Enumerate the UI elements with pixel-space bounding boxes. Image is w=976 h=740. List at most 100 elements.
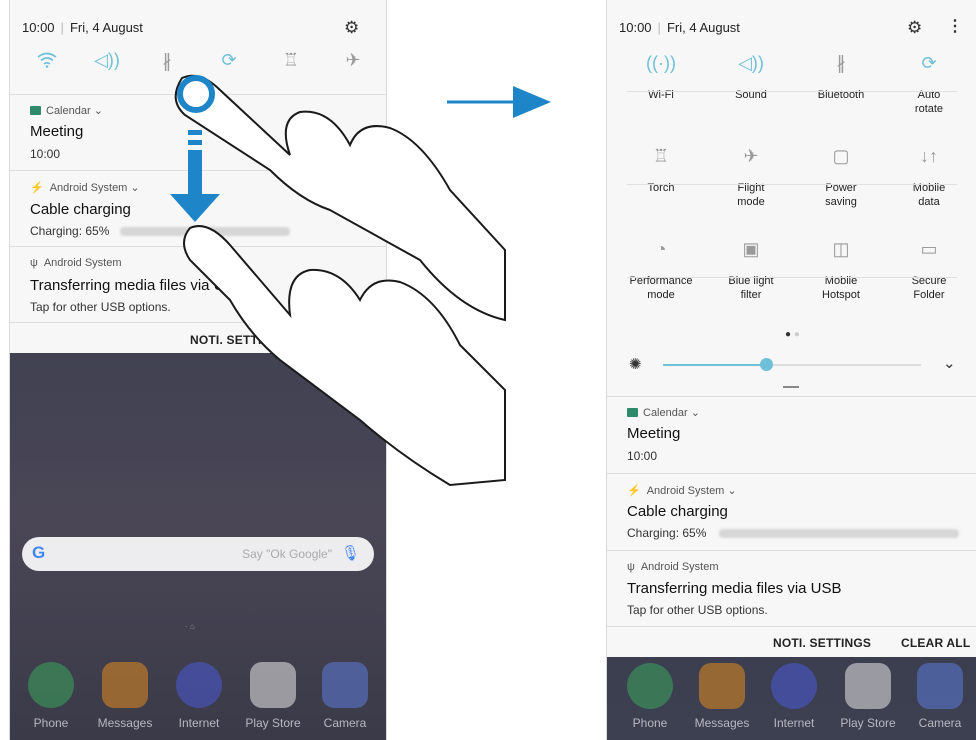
calendar-icon: [30, 106, 41, 115]
camera-app-icon[interactable]: [322, 662, 368, 708]
notification-app-line: ψ Android System: [30, 257, 122, 269]
tile-mobile-hotspot[interactable]: ◫ Mobile Hotspot: [806, 234, 876, 302]
performance-mode-icon: ◔: [655, 239, 667, 259]
tile-secure-folder[interactable]: ▭ Secure Folder: [894, 234, 964, 302]
notification-title: Meeting: [627, 425, 681, 442]
bluetooth-icon: ∦: [836, 53, 846, 73]
noti-settings-button[interactable]: NOTI. SETTINGS: [773, 636, 871, 650]
tile-label: Secure Folder: [911, 275, 947, 301]
settings-gear-icon[interactable]: ⚙: [907, 18, 922, 38]
tile-performance-mode[interactable]: ◔ Performance mode: [626, 234, 696, 302]
notification-calendar[interactable]: Calendar ⌄ Meeting 10:00: [607, 396, 976, 473]
notification-subtitle: Charging: 65%: [627, 526, 707, 540]
wifi-icon[interactable]: [32, 52, 62, 73]
brightness-slider[interactable]: [663, 358, 921, 371]
bolt-icon: ⚡: [627, 485, 641, 497]
flight-mode-icon: ✈: [743, 146, 759, 166]
notification-title: Cable charging: [627, 503, 728, 520]
tile-divider: [627, 91, 957, 92]
notification-subtitle: 10:00: [30, 147, 61, 161]
tile-bluetooth[interactable]: ∦ Bluetooth: [806, 48, 876, 102]
usb-icon: ψ: [627, 561, 635, 573]
home-page-indicator: · ⌂: [185, 622, 195, 631]
tile-auto-rotate[interactable]: ⟳ Auto rotate: [894, 48, 964, 116]
notification-subtitle: 10:00: [627, 449, 658, 463]
expanded-quick-panel: 10:00 | Fri, 4 August ⚙ ⋮ ((·)) Wi-Fi ◁)) Sou…: [607, 0, 976, 657]
notification-title: Cable charging: [30, 201, 131, 218]
torch-icon: ♖: [652, 146, 670, 166]
tile-blue-light-filter[interactable]: ▣ Blue light filter: [716, 234, 786, 302]
page-indicator-dots: ● ●: [785, 329, 800, 340]
status-bar: 10:00 | Fri, 4 August: [619, 20, 740, 35]
play-store-app-icon[interactable]: [845, 663, 891, 709]
notification-app-name: Android System ⌄: [49, 182, 140, 194]
notification-subtitle: Tap for other USB options.: [30, 300, 171, 314]
blurred-text: [719, 529, 959, 538]
expand-chevron-down-icon[interactable]: ⌄: [943, 354, 956, 372]
notification-app-line: Calendar ⌄: [30, 104, 103, 117]
notification-app-line: Calendar ⌄: [627, 406, 700, 419]
swipe-down-arrow: [170, 130, 220, 222]
mobile-hotspot-icon: ◫: [832, 239, 850, 259]
more-options-icon[interactable]: ⋮: [947, 16, 963, 36]
dock-label: Internet: [178, 716, 220, 730]
notification-charging[interactable]: ⚡ Android System ⌄ Cable charging Chargin…: [607, 473, 976, 550]
notification-title: Transferring media files via USB: [627, 580, 842, 597]
notification-app-line: ⚡ Android System ⌄: [627, 484, 737, 497]
usb-icon: ψ: [30, 257, 38, 269]
notification-usb[interactable]: ψ Android System Transferring media files…: [607, 550, 976, 627]
tile-label: Blue light filter: [728, 275, 774, 301]
dock-label: Phone: [33, 716, 69, 730]
google-search-bar[interactable]: G Say "Ok Google" 🎙: [22, 537, 374, 571]
messages-app-icon[interactable]: [699, 663, 745, 709]
swipe-down-gesture-illustration: [170, 74, 506, 487]
dock-label: Camera: [323, 716, 367, 730]
play-store-app-icon[interactable]: [250, 662, 296, 708]
notification-actions-bar: NOTI. SETTINGS CLEAR ALL: [607, 626, 976, 657]
dock-label: Play Store: [245, 716, 301, 730]
sound-icon[interactable]: ◁)): [92, 50, 122, 71]
phone-app-icon[interactable]: [627, 663, 673, 709]
clock: 10:00: [22, 20, 55, 35]
tile-label: Mobile Hotspot: [822, 275, 860, 301]
internet-app-icon[interactable]: [176, 662, 222, 708]
tile-sound[interactable]: ◁)) Sound: [716, 48, 786, 102]
tile-wifi[interactable]: ((·)) Wi-Fi: [626, 48, 696, 102]
notification-app-name: Android System: [640, 561, 719, 573]
notification-title: Meeting: [30, 123, 84, 140]
drag-handle[interactable]: [783, 386, 799, 388]
status-separator: |: [657, 20, 661, 35]
transition-arrow-icon: [447, 86, 551, 118]
right-phone-screen: 10:00 | Fri, 4 August ⚙ ⋮ ((·)) Wi-Fi ◁)) Sou…: [606, 0, 976, 740]
dock-label: Camera: [918, 716, 962, 730]
tile-label: Flight mode: [737, 182, 765, 208]
phone-app-icon[interactable]: [28, 662, 74, 708]
mic-icon[interactable]: 🎙: [341, 544, 360, 562]
search-hint: Say "Ok Google": [242, 547, 332, 561]
power-saving-icon: ▢: [832, 146, 850, 166]
notification-subtitle: Charging: 65%: [30, 224, 110, 238]
tile-label: Power saving: [825, 182, 857, 208]
clock: 10:00: [619, 20, 652, 35]
dock-label: Messages: [97, 716, 153, 730]
notification-app-line: ⚡ Android System ⌄: [30, 181, 140, 194]
messages-app-icon[interactable]: [102, 662, 148, 708]
tile-torch[interactable]: ♖ Torch: [626, 141, 696, 195]
calendar-icon: [627, 408, 638, 417]
bolt-icon: ⚡: [30, 182, 44, 194]
notification-subtitle: Tap for other USB options.: [627, 603, 768, 617]
internet-app-icon[interactable]: [771, 663, 817, 709]
brightness-fill: [663, 364, 767, 366]
notification-app-name: Calendar ⌄: [46, 105, 103, 117]
clear-all-button[interactable]: CLEAR ALL: [901, 636, 970, 650]
wifi-icon: ((·)): [646, 53, 676, 73]
camera-app-icon[interactable]: [917, 663, 963, 709]
tile-mobile-data[interactable]: ↓↑ Mobile data: [894, 141, 964, 209]
notification-app-name: Android System: [43, 257, 122, 269]
tile-flight-mode[interactable]: ✈ Flight mode: [716, 141, 786, 209]
tile-power-saving[interactable]: ▢ Power saving: [806, 141, 876, 209]
settings-gear-icon[interactable]: ⚙: [344, 18, 359, 38]
dock-label: Play Store: [840, 716, 896, 730]
brightness-thumb[interactable]: [760, 358, 774, 371]
tile-label: Mobile data: [912, 182, 946, 208]
